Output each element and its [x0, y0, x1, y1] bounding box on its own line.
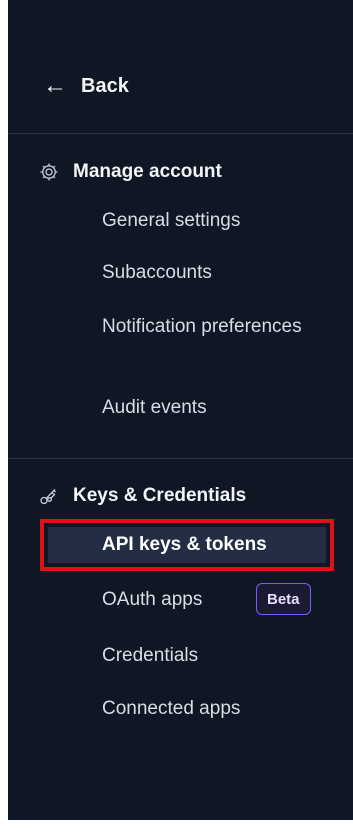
keys-icon — [39, 486, 59, 506]
nav-item-general-settings[interactable]: General settings — [102, 207, 240, 235]
gear-icon — [39, 162, 59, 182]
beta-badge: Beta — [256, 583, 311, 615]
nav-item-oauth-apps[interactable]: OAuth apps — [102, 586, 202, 614]
active-highlight: API keys & tokens — [40, 519, 334, 571]
section-manage-account: Manage account — [39, 161, 222, 183]
section-title-label: Keys & Credentials — [73, 485, 247, 506]
nav-item-notification-preferences[interactable]: Notification preferences — [102, 313, 302, 341]
settings-sidebar: ← Back Manage account General settings S… — [8, 0, 353, 820]
nav-item-credentials[interactable]: Credentials — [102, 642, 198, 670]
divider — [8, 133, 353, 134]
nav-item-api-keys-tokens[interactable]: API keys & tokens — [48, 527, 326, 563]
nav-item-connected-apps[interactable]: Connected apps — [102, 695, 240, 723]
nav-item-audit-events[interactable]: Audit events — [102, 394, 207, 422]
section-keys-credentials: Keys & Credentials — [39, 485, 246, 507]
back-label: Back — [81, 74, 129, 97]
nav-item-label: API keys & tokens — [102, 534, 267, 555]
section-title-label: Manage account — [73, 161, 222, 182]
arrow-left-icon: ← — [43, 72, 67, 99]
nav-item-subaccounts[interactable]: Subaccounts — [102, 259, 212, 287]
divider — [8, 458, 353, 459]
back-link[interactable]: ← Back — [43, 74, 129, 98]
